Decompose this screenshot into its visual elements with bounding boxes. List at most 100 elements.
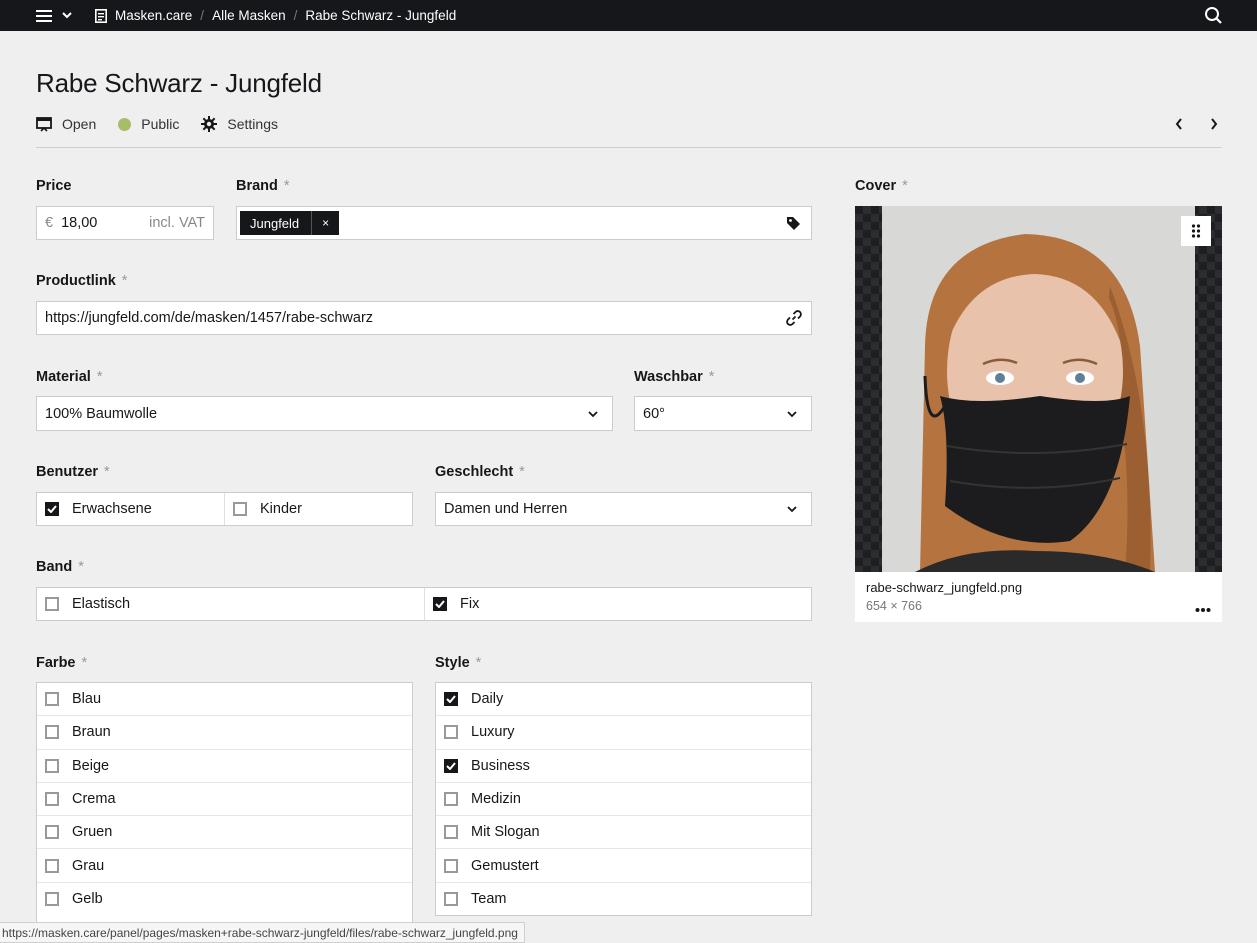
- breadcrumb: Masken.care / Alle Masken / Rabe Schwarz…: [95, 0, 456, 31]
- browser-status-url: https://masken.care/panel/pages/masken+r…: [0, 922, 525, 943]
- brand-tag-label: Jungfeld: [250, 215, 300, 231]
- status-button[interactable]: Public: [118, 114, 179, 134]
- breadcrumb-label: Masken.care: [115, 8, 193, 23]
- productlink-label: Productlink *: [36, 273, 128, 289]
- search-button[interactable]: [1204, 6, 1223, 25]
- checkbox-icon[interactable]: [444, 892, 458, 907]
- checkbox-icon[interactable]: [433, 597, 447, 611]
- checkbox-icon[interactable]: [45, 502, 59, 516]
- list-item[interactable]: Gemustert: [436, 849, 811, 883]
- brand-tag[interactable]: Jungfeld ×: [240, 211, 340, 235]
- checkbox-label: Beige: [72, 757, 110, 774]
- checkbox-icon[interactable]: [444, 858, 458, 873]
- checkbox-label: Business: [471, 757, 530, 774]
- list-item[interactable]: Luxury: [436, 716, 811, 750]
- checkbox-kinder[interactable]: Kinder: [225, 493, 412, 525]
- checkbox-label: Braun: [72, 724, 111, 741]
- list-item[interactable]: Team: [436, 883, 811, 916]
- breadcrumb-alle-masken[interactable]: Alle Masken: [212, 8, 286, 23]
- waschbar-select[interactable]: 60°: [634, 396, 812, 431]
- checkbox-icon[interactable]: [45, 725, 59, 740]
- checkbox-fix[interactable]: Fix: [425, 588, 811, 620]
- geschlecht-select[interactable]: Damen und Herren: [435, 492, 812, 526]
- list-item[interactable]: Crema: [37, 783, 412, 817]
- settings-button[interactable]: Settings: [201, 114, 278, 134]
- breadcrumb-separator: /: [200, 8, 205, 23]
- checkbox-icon[interactable]: [45, 758, 59, 773]
- list-item[interactable]: Beige: [37, 750, 412, 783]
- checkbox-label: Erwachsene: [72, 501, 152, 517]
- list-item[interactable]: Medizin: [436, 783, 811, 817]
- header-divider: [36, 147, 1222, 148]
- list-item[interactable]: Business: [436, 750, 811, 783]
- checkbox-erwachsene[interactable]: Erwachsene: [37, 493, 225, 525]
- header-actions: Open Public Settings: [36, 114, 300, 134]
- previous-page-button[interactable]: [1170, 114, 1188, 134]
- list-item[interactable]: Grau: [37, 849, 412, 883]
- breadcrumb-separator: /: [293, 8, 298, 23]
- link-icon[interactable]: [786, 310, 802, 326]
- settings-label: Settings: [227, 116, 278, 132]
- checkbox-icon[interactable]: [444, 758, 458, 773]
- checkbox-icon[interactable]: [45, 692, 59, 707]
- checkbox-label: Gruen: [72, 824, 113, 841]
- checkbox-label: Blau: [72, 691, 102, 708]
- chevron-right-icon: [1211, 118, 1218, 130]
- open-label: Open: [62, 116, 97, 132]
- document-icon: [95, 8, 107, 23]
- breadcrumb-home[interactable]: Masken.care: [95, 8, 192, 23]
- material-label: Material *: [36, 369, 103, 385]
- list-item[interactable]: Blau: [37, 683, 412, 717]
- geschlecht-label: Geschlecht *: [435, 464, 525, 480]
- checkbox-icon[interactable]: [444, 825, 458, 840]
- productlink-value: https://jungfeld.com/de/masken/1457/rabe…: [45, 310, 374, 326]
- cover-image[interactable]: [855, 206, 1222, 572]
- breadcrumb-current[interactable]: Rabe Schwarz - Jungfeld: [305, 8, 456, 23]
- drag-handle[interactable]: [1181, 216, 1211, 246]
- list-item[interactable]: Gelb: [37, 883, 412, 916]
- checkbox-label: Crema: [72, 791, 116, 808]
- checkbox-icon[interactable]: [233, 502, 247, 516]
- benutzer-checkboxes: Erwachsene Kinder: [36, 492, 413, 526]
- price-suffix: incl. VAT: [149, 215, 205, 231]
- hamburger-icon: [36, 9, 52, 22]
- search-icon: [1205, 7, 1222, 24]
- open-button[interactable]: Open: [36, 114, 96, 134]
- checkbox-icon[interactable]: [444, 725, 458, 740]
- list-item[interactable]: Mit Slogan: [436, 816, 811, 850]
- checkbox-elastisch[interactable]: Elastisch: [37, 588, 425, 620]
- price-value: 18,00: [61, 215, 98, 231]
- list-item[interactable]: Gruen: [37, 816, 412, 850]
- status-dot-icon: [118, 117, 132, 131]
- waschbar-label: Waschbar *: [634, 369, 715, 385]
- cover-file-card[interactable]: rabe-schwarz_jungfeld.png 654 × 766: [855, 206, 1222, 622]
- checkbox-icon[interactable]: [45, 892, 59, 907]
- checkbox-icon[interactable]: [45, 825, 59, 840]
- checkbox-icon[interactable]: [45, 597, 59, 611]
- checkbox-icon[interactable]: [45, 858, 59, 873]
- menu-button[interactable]: [0, 0, 95, 31]
- tag-icon: [787, 216, 800, 230]
- price-field[interactable]: € 18,00 incl. VAT: [36, 206, 214, 240]
- band-checkboxes: Elastisch Fix: [36, 587, 812, 621]
- chevron-down-icon: [588, 410, 598, 417]
- brand-field[interactable]: Jungfeld ×: [236, 206, 812, 240]
- checkbox-label: Kinder: [260, 501, 302, 517]
- checkbox-label: Daily: [471, 691, 504, 708]
- benutzer-label: Benutzer *: [36, 464, 110, 480]
- next-page-button[interactable]: [1205, 114, 1223, 134]
- checkbox-icon[interactable]: [444, 792, 458, 807]
- material-select[interactable]: 100% Baumwolle: [36, 396, 613, 431]
- list-item[interactable]: Daily: [436, 683, 811, 717]
- checkbox-label: Fix: [460, 596, 480, 612]
- more-options-button[interactable]: [1195, 600, 1211, 612]
- checkbox-icon[interactable]: [45, 792, 59, 807]
- gear-icon: [201, 116, 218, 132]
- list-item[interactable]: Braun: [37, 716, 412, 750]
- productlink-input[interactable]: https://jungfeld.com/de/masken/1457/rabe…: [36, 301, 812, 335]
- checkbox-icon[interactable]: [444, 692, 458, 707]
- checkbox-label: Mit Slogan: [471, 824, 540, 841]
- checkbox-label: Elastisch: [72, 596, 131, 612]
- status-label: Public: [141, 116, 180, 132]
- remove-tag-button[interactable]: ×: [311, 211, 339, 235]
